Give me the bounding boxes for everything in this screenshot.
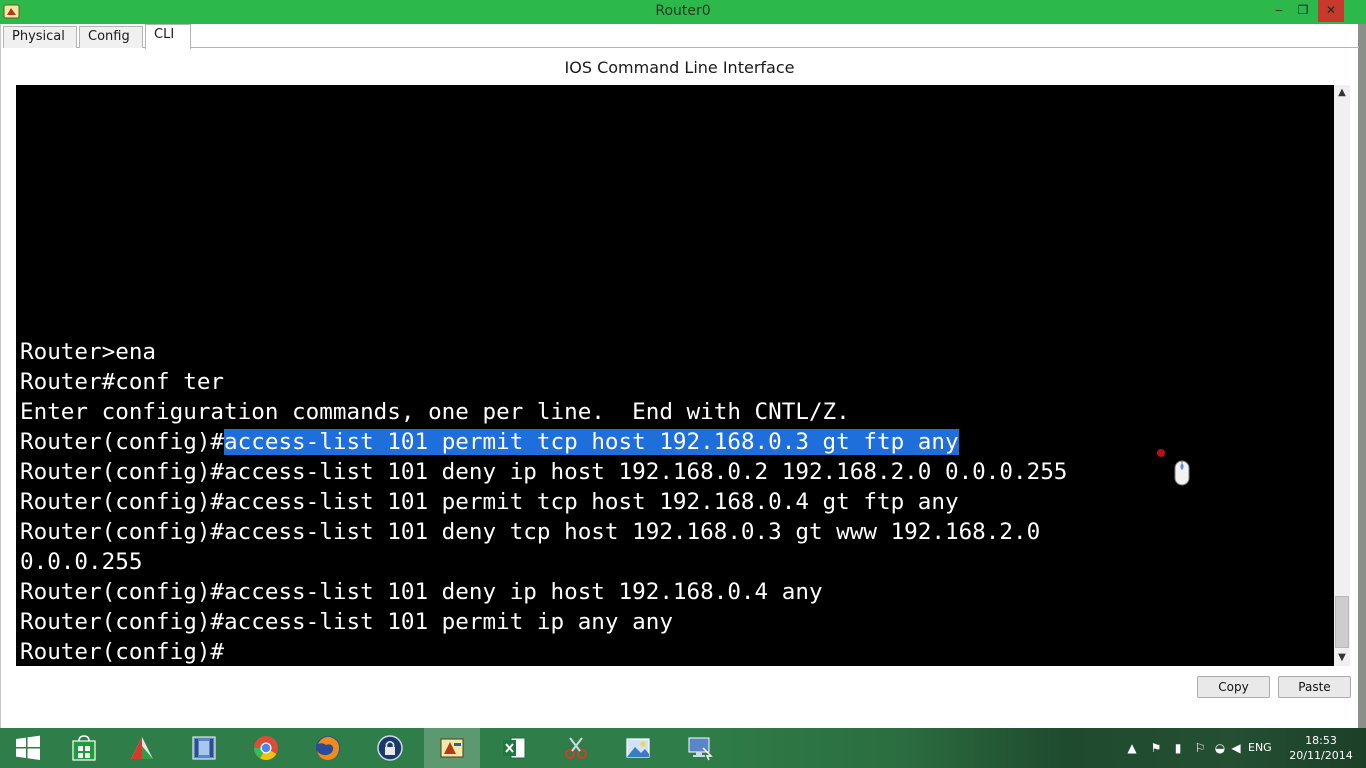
system-tray: ▲ ⚑ ▮ ⚐ ◒ ◀ ENG 18:53 20/11/2014 bbox=[1124, 728, 1366, 768]
tab-physical[interactable]: Physical bbox=[3, 26, 77, 48]
tab-cli[interactable]: CLI bbox=[145, 24, 191, 49]
terminal-line: Router#conf ter bbox=[20, 369, 225, 395]
network-status-icon[interactable]: ⚑ bbox=[1148, 740, 1164, 756]
volume-icon[interactable]: ◀ bbox=[1228, 740, 1244, 756]
terminal-console[interactable]: Router>ena Router#conf ter Enter configura… bbox=[16, 85, 1334, 666]
terminal-prompt: Router(config)# bbox=[20, 429, 225, 455]
cli-heading: IOS Command Line Interface bbox=[564, 58, 795, 77]
terminal-output: Router>ena Router#conf ter Enter configura… bbox=[20, 337, 1067, 666]
snipping-tool-icon bbox=[565, 737, 587, 759]
firefox-icon bbox=[316, 736, 340, 760]
photos-icon bbox=[626, 738, 650, 758]
packet-tracer-icon bbox=[440, 738, 464, 758]
scroll-up-arrow-icon[interactable]: ▲ bbox=[1334, 85, 1350, 101]
scrollbar-thumb[interactable] bbox=[1335, 596, 1349, 648]
app-icon bbox=[131, 737, 153, 759]
store-icon bbox=[72, 735, 96, 761]
router-window: Physical Config CLI IOS Command Line Int… bbox=[0, 24, 1359, 728]
clock[interactable]: 18:53 20/11/2014 bbox=[1282, 733, 1360, 763]
action-center-icon[interactable]: ⚐ bbox=[1192, 740, 1208, 756]
terminal-line: Router>ena bbox=[20, 339, 157, 365]
taskbar-snipping-tool[interactable] bbox=[548, 728, 604, 768]
selected-text[interactable]: access-list 101 permit tcp host 192.168.… bbox=[224, 429, 959, 455]
copy-button[interactable]: Copy bbox=[1197, 676, 1270, 698]
scroll-down-arrow-icon[interactable]: ▼ bbox=[1334, 650, 1350, 666]
terminal-line: Enter configuration commands, one per li… bbox=[20, 399, 850, 425]
taskbar-store[interactable] bbox=[56, 728, 112, 768]
terminal-scrollbar[interactable]: ▲ ▼ bbox=[1334, 85, 1350, 666]
recording-dot-icon bbox=[1157, 449, 1165, 457]
terminal-line: Router(config)#access-list 101 deny ip h… bbox=[20, 579, 823, 605]
video-icon bbox=[192, 736, 216, 760]
tab-config[interactable]: Config bbox=[79, 26, 143, 48]
taskbar-app[interactable] bbox=[114, 728, 170, 768]
taskbar-lock[interactable] bbox=[362, 728, 418, 768]
terminal-line: Router(config)#access-list 101 deny ip h… bbox=[20, 459, 1068, 485]
windows-start-icon bbox=[16, 735, 40, 760]
taskbar-excel[interactable] bbox=[486, 728, 542, 768]
clock-date: 20/11/2014 bbox=[1289, 749, 1353, 762]
terminal-line: 0.0.0.255 bbox=[20, 549, 143, 575]
remote-desktop-icon bbox=[688, 737, 713, 761]
taskbar-video[interactable] bbox=[176, 728, 232, 768]
paste-button[interactable]: Paste bbox=[1278, 676, 1351, 698]
terminal-line: Router(config)#access-list 101 deny tcp … bbox=[20, 519, 1041, 545]
taskbar-packet-tracer[interactable] bbox=[424, 728, 480, 768]
taskbar-firefox[interactable] bbox=[300, 728, 356, 768]
terminal-line: Router(config)# bbox=[20, 639, 225, 665]
tab-bar: Physical Config CLI bbox=[3, 24, 1359, 49]
mouse-cursor-icon bbox=[1174, 460, 1190, 486]
excel-icon bbox=[503, 737, 526, 759]
show-hidden-icons-icon[interactable]: ▲ bbox=[1124, 740, 1140, 756]
taskbar: ▲ ⚑ ▮ ⚐ ◒ ◀ ENG 18:53 20/11/2014 bbox=[0, 728, 1366, 768]
input-language[interactable]: ENG bbox=[1248, 741, 1272, 754]
clock-time: 18:53 bbox=[1305, 734, 1337, 747]
title-bar: Router0 ‒ ❐ ✕ bbox=[0, 0, 1366, 24]
minimize-button[interactable]: ‒ bbox=[1266, 0, 1292, 22]
lock-icon bbox=[377, 735, 403, 761]
close-button[interactable]: ✕ bbox=[1318, 0, 1344, 22]
taskbar-chrome[interactable] bbox=[238, 728, 294, 768]
taskbar-remote-desktop[interactable] bbox=[672, 728, 728, 768]
terminal-line: Router(config)#access-list 101 permit tc… bbox=[20, 427, 1067, 457]
start-button[interactable] bbox=[0, 728, 56, 768]
battery-icon[interactable]: ▮ bbox=[1170, 740, 1186, 756]
window-title: Router0 bbox=[655, 3, 711, 19]
wifi-icon[interactable]: ◒ bbox=[1212, 740, 1228, 756]
chrome-icon bbox=[254, 736, 278, 761]
terminal-line: Router(config)#access-list 101 permit ip… bbox=[20, 609, 673, 635]
restore-button[interactable]: ❐ bbox=[1290, 0, 1316, 22]
desktop-background-strip bbox=[1358, 24, 1366, 728]
terminal-line: Router(config)#access-list 101 permit tc… bbox=[20, 489, 959, 515]
taskbar-photos[interactable] bbox=[610, 728, 666, 768]
